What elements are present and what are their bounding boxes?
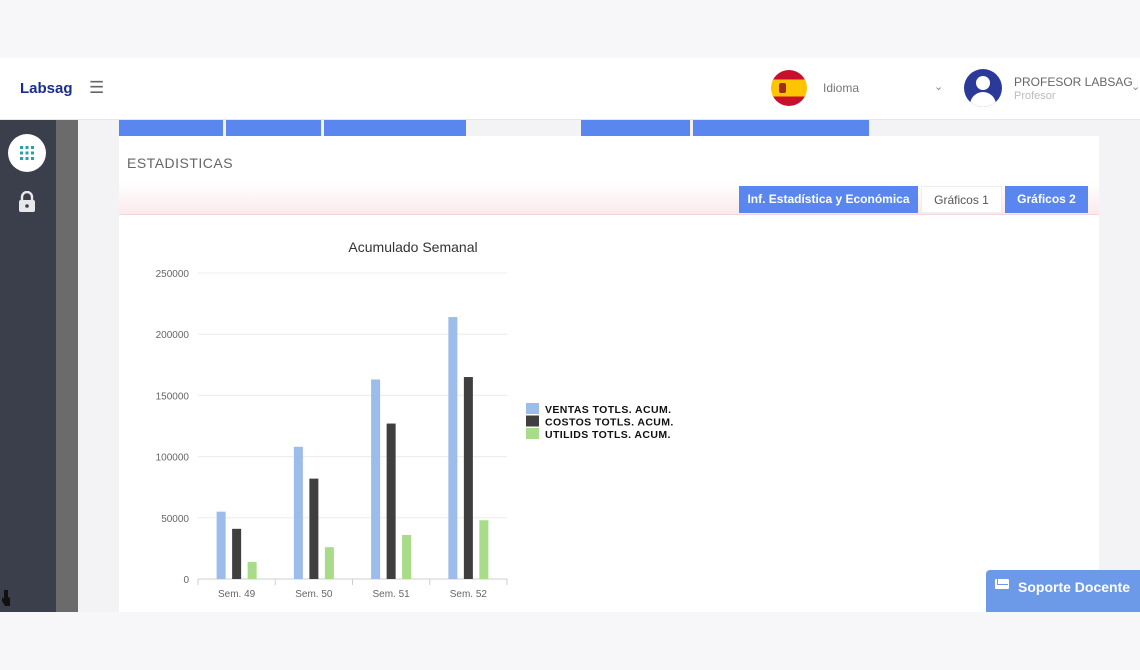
menu-toggle-icon[interactable]: ☰: [89, 78, 104, 98]
top-bar: Labsag ☰ Idioma ⌄ PROFESOR LABSAG Profes…: [0, 58, 1140, 120]
chevron-down-icon[interactable]: ⌄: [1131, 80, 1140, 93]
panel-title: ESTADISTICAS: [127, 155, 234, 171]
inf-estadistica-button[interactable]: Inf. Estadística y Económica: [739, 186, 918, 213]
hand-cursor-icon: [2, 590, 10, 606]
support-label: Soporte Docente: [1018, 579, 1131, 595]
mail-icon: [995, 579, 1009, 589]
user-role: Profesor: [1014, 90, 1056, 102]
graficos-1-button[interactable]: Gráficos 1: [921, 186, 1002, 213]
chevron-down-icon[interactable]: ⌄: [934, 80, 943, 93]
grid-icon: [20, 146, 34, 160]
user-avatar[interactable]: [964, 69, 1002, 107]
support-button[interactable]: Soporte Docente: [986, 570, 1140, 612]
brand-logo[interactable]: Labsag: [20, 80, 73, 97]
nav-tab[interactable]: [693, 120, 869, 136]
language-selector[interactable]: Idioma: [823, 81, 859, 95]
nav-tab[interactable]: [581, 120, 690, 136]
user-name[interactable]: PROFESOR LABSAG: [1014, 75, 1133, 89]
nav-tab[interactable]: [119, 120, 223, 136]
spain-flag-icon[interactable]: [771, 70, 807, 106]
nav-tab[interactable]: [226, 120, 321, 136]
lock-icon[interactable]: [17, 191, 37, 213]
graficos-2-button[interactable]: Gráficos 2: [1005, 186, 1088, 213]
nav-tab[interactable]: [324, 120, 466, 136]
apps-grid-button[interactable]: [8, 134, 46, 172]
chart-title: Acumulado Semanal: [348, 239, 478, 255]
sidebar-divider: [56, 120, 78, 612]
